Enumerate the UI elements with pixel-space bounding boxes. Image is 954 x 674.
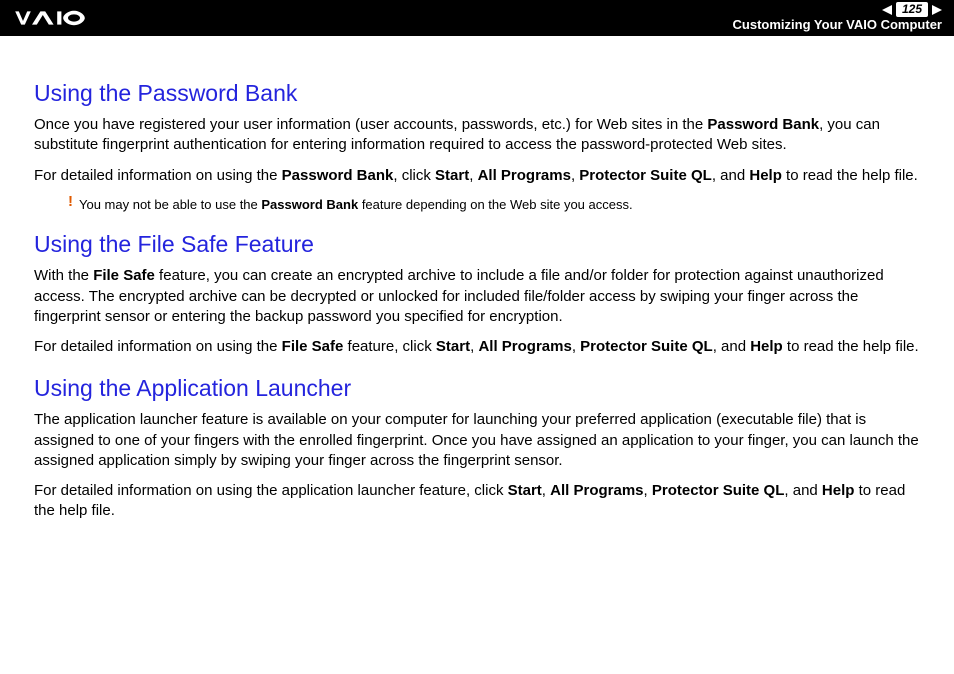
warning-note: ! You may not be able to use the Passwor… — [68, 196, 920, 214]
paragraph: With the File Safe feature, you can crea… — [34, 266, 920, 327]
page-header: 125 Customizing Your VAIO Computer — [0, 0, 954, 36]
page-number: 125 — [896, 2, 928, 18]
vaio-logo — [12, 9, 112, 27]
header-right: 125 Customizing Your VAIO Computer — [733, 2, 942, 34]
paragraph: For detailed information on using the Pa… — [34, 166, 920, 186]
heading-app-launcher: Using the Application Launcher — [34, 375, 920, 402]
paragraph: Once you have registered your user infor… — [34, 115, 920, 156]
page-nav: 125 — [882, 2, 942, 18]
breadcrumb: Customizing Your VAIO Computer — [733, 17, 942, 34]
paragraph: The application launcher feature is avai… — [34, 410, 920, 471]
next-page-icon[interactable] — [932, 5, 942, 15]
prev-page-icon[interactable] — [882, 5, 892, 15]
warning-icon: ! — [68, 194, 73, 209]
paragraph: For detailed information on using the ap… — [34, 481, 920, 522]
heading-password-bank: Using the Password Bank — [34, 80, 920, 107]
page-content: Using the Password Bank Once you have re… — [0, 36, 954, 552]
paragraph: For detailed information on using the Fi… — [34, 337, 920, 357]
warning-text: You may not be able to use the Password … — [79, 196, 633, 214]
heading-file-safe: Using the File Safe Feature — [34, 231, 920, 258]
